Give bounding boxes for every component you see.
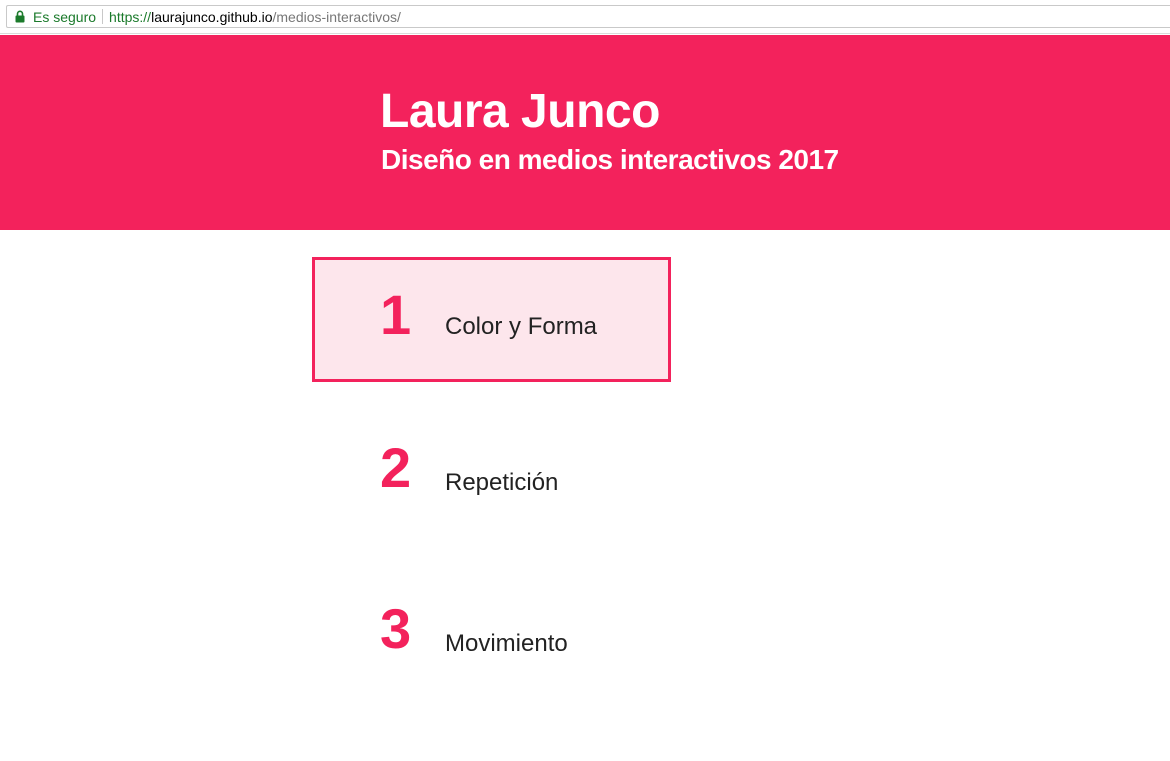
menu-item-movimiento[interactable]: 3 Movimiento (312, 579, 671, 704)
menu-item-label: Repetición (445, 469, 559, 496)
site-title: Laura Junco (380, 85, 660, 138)
url-scheme: https:// (109, 8, 152, 25)
url-field[interactable]: Es seguro https:// laurajunco.github.io … (6, 5, 1170, 28)
menu-item-label: Movimiento (445, 630, 568, 657)
url-path: /medios-interactivos/ (272, 8, 401, 25)
menu-item-number: 3 (380, 597, 412, 660)
menu-item-label: Color y Forma (445, 313, 598, 340)
browser-address-bar: Es seguro https:// laurajunco.github.io … (0, 0, 1170, 34)
site-header: Laura Junco Diseño en medios interactivo… (0, 35, 1170, 230)
address-separator (102, 9, 104, 24)
secure-label: Es seguro (33, 8, 97, 25)
menu-item-color-y-forma[interactable]: 1 Color y Forma (312, 257, 671, 382)
lock-icon (15, 10, 25, 23)
menu-item-repeticion[interactable]: 2 Repetición (312, 418, 671, 543)
menu-item-number: 1 (380, 283, 412, 346)
site-subtitle: Diseño en medios interactivos 2017 (381, 144, 839, 175)
menu-item-number: 2 (380, 436, 412, 499)
url-host: laurajunco.github.io (151, 8, 273, 25)
